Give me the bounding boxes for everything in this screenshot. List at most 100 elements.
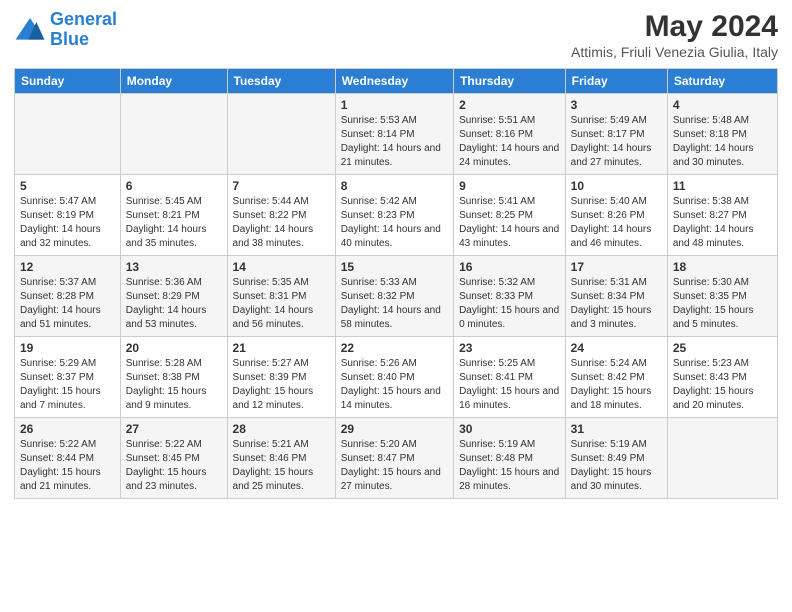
day-cell: 9 Sunrise: 5:41 AMSunset: 8:25 PMDaylight… bbox=[454, 175, 566, 256]
day-cell: 4 Sunrise: 5:48 AMSunset: 8:18 PMDaylight… bbox=[667, 94, 777, 175]
week-row-2: 5Sunrise: 5:47 AMSunset: 8:19 PMDaylight… bbox=[15, 175, 778, 256]
logo: General Blue bbox=[14, 10, 117, 50]
day-cell: 31Sunrise: 5:19 AMSunset: 8:49 PMDayligh… bbox=[565, 418, 667, 499]
calendar-table: SundayMondayTuesdayWednesdayThursdayFrid… bbox=[14, 68, 778, 499]
column-header-wednesday: Wednesday bbox=[335, 69, 453, 94]
column-header-friday: Friday bbox=[565, 69, 667, 94]
subtitle: Attimis, Friuli Venezia Giulia, Italy bbox=[571, 44, 778, 60]
day-number: 25 bbox=[673, 341, 772, 355]
day-cell: 6 Sunrise: 5:45 AMSunset: 8:21 PMDaylight… bbox=[120, 175, 227, 256]
logo-line2: Blue bbox=[50, 29, 89, 49]
day-number: 19 bbox=[20, 341, 115, 355]
day-info: Sunrise: 5:26 AMSunset: 8:40 PMDaylight:… bbox=[341, 357, 448, 413]
day-number: 30 bbox=[459, 422, 560, 436]
day-number: 6 bbox=[126, 179, 222, 193]
day-cell: 22 Sunrise: 5:26 AMSunset: 8:40 PMDayligh… bbox=[335, 337, 453, 418]
day-cell: 28Sunrise: 5:21 AMSunset: 8:46 PMDayligh… bbox=[227, 418, 335, 499]
day-info: Sunrise: 5:36 AMSunset: 8:29 PMDaylight:… bbox=[126, 276, 222, 332]
header: General Blue May 2024 Attimis, Friuli Ve… bbox=[14, 10, 778, 60]
day-cell: 24 Sunrise: 5:24 AMSunset: 8:42 PMDayligh… bbox=[565, 337, 667, 418]
day-info: Sunrise: 5:37 AMSunset: 8:28 PMDaylight:… bbox=[20, 276, 115, 332]
day-cell bbox=[227, 94, 335, 175]
day-number: 1 bbox=[341, 98, 448, 112]
day-number: 27 bbox=[126, 422, 222, 436]
day-number: 20 bbox=[126, 341, 222, 355]
day-info: Sunrise: 5:32 AMSunset: 8:33 PMDaylight:… bbox=[459, 276, 560, 332]
day-info: Sunrise: 5:33 AMSunset: 8:32 PMDaylight:… bbox=[341, 276, 448, 332]
day-number: 17 bbox=[571, 260, 662, 274]
day-cell: 27Sunrise: 5:22 AMSunset: 8:45 PMDayligh… bbox=[120, 418, 227, 499]
day-number: 15 bbox=[341, 260, 448, 274]
day-cell bbox=[15, 94, 121, 175]
day-cell: 21 Sunrise: 5:27 AMSunset: 8:39 PMDayligh… bbox=[227, 337, 335, 418]
day-cell: 13 Sunrise: 5:36 AMSunset: 8:29 PMDayligh… bbox=[120, 256, 227, 337]
title-block: May 2024 Attimis, Friuli Venezia Giulia,… bbox=[571, 10, 778, 60]
day-info: Sunrise: 5:22 AMSunset: 8:44 PMDaylight:… bbox=[20, 438, 115, 494]
day-number: 4 bbox=[673, 98, 772, 112]
day-info: Sunrise: 5:44 AMSunset: 8:22 PMDaylight:… bbox=[233, 195, 330, 251]
day-cell: 29 Sunrise: 5:20 AMSunset: 8:47 PMDayligh… bbox=[335, 418, 453, 499]
day-info: Sunrise: 5:40 AMSunset: 8:26 PMDaylight:… bbox=[571, 195, 662, 251]
day-number: 9 bbox=[459, 179, 560, 193]
logo-text: General Blue bbox=[50, 10, 117, 50]
day-cell: 30Sunrise: 5:19 AMSunset: 8:48 PMDayligh… bbox=[454, 418, 566, 499]
day-cell: 3Sunrise: 5:49 AMSunset: 8:17 PMDaylight… bbox=[565, 94, 667, 175]
day-number: 13 bbox=[126, 260, 222, 274]
day-cell: 7 Sunrise: 5:44 AMSunset: 8:22 PMDaylight… bbox=[227, 175, 335, 256]
main-title: May 2024 bbox=[571, 10, 778, 44]
day-cell: 18Sunrise: 5:30 AMSunset: 8:35 PMDayligh… bbox=[667, 256, 777, 337]
column-header-monday: Monday bbox=[120, 69, 227, 94]
day-info: Sunrise: 5:28 AMSunset: 8:38 PMDaylight:… bbox=[126, 357, 222, 413]
day-info: Sunrise: 5:45 AMSunset: 8:21 PMDaylight:… bbox=[126, 195, 222, 251]
day-info: Sunrise: 5:42 AMSunset: 8:23 PMDaylight:… bbox=[341, 195, 448, 251]
day-cell: 15 Sunrise: 5:33 AMSunset: 8:32 PMDayligh… bbox=[335, 256, 453, 337]
page: General Blue May 2024 Attimis, Friuli Ve… bbox=[0, 0, 792, 507]
logo-line1: General bbox=[50, 9, 117, 29]
day-number: 11 bbox=[673, 179, 772, 193]
column-header-sunday: Sunday bbox=[15, 69, 121, 94]
day-number: 5 bbox=[20, 179, 115, 193]
day-cell: 25 Sunrise: 5:23 AMSunset: 8:43 PMDayligh… bbox=[667, 337, 777, 418]
day-number: 29 bbox=[341, 422, 448, 436]
day-info: Sunrise: 5:20 AMSunset: 8:47 PMDaylight:… bbox=[341, 438, 448, 494]
day-number: 21 bbox=[233, 341, 330, 355]
day-cell: 1 Sunrise: 5:53 AMSunset: 8:14 PMDaylight… bbox=[335, 94, 453, 175]
column-header-thursday: Thursday bbox=[454, 69, 566, 94]
day-info: Sunrise: 5:53 AMSunset: 8:14 PMDaylight:… bbox=[341, 114, 448, 170]
day-info: Sunrise: 5:27 AMSunset: 8:39 PMDaylight:… bbox=[233, 357, 330, 413]
day-cell: 26 Sunrise: 5:22 AMSunset: 8:44 PMDayligh… bbox=[15, 418, 121, 499]
week-row-4: 19Sunrise: 5:29 AMSunset: 8:37 PMDayligh… bbox=[15, 337, 778, 418]
day-cell: 12 Sunrise: 5:37 AMSunset: 8:28 PMDayligh… bbox=[15, 256, 121, 337]
week-row-1: 1 Sunrise: 5:53 AMSunset: 8:14 PMDaylight… bbox=[15, 94, 778, 175]
day-cell: 23Sunrise: 5:25 AMSunset: 8:41 PMDayligh… bbox=[454, 337, 566, 418]
day-cell: 5Sunrise: 5:47 AMSunset: 8:19 PMDaylight… bbox=[15, 175, 121, 256]
day-number: 24 bbox=[571, 341, 662, 355]
day-cell: 19Sunrise: 5:29 AMSunset: 8:37 PMDayligh… bbox=[15, 337, 121, 418]
day-cell: 10Sunrise: 5:40 AMSunset: 8:26 PMDayligh… bbox=[565, 175, 667, 256]
day-info: Sunrise: 5:51 AMSunset: 8:16 PMDaylight:… bbox=[459, 114, 560, 170]
day-info: Sunrise: 5:31 AMSunset: 8:34 PMDaylight:… bbox=[571, 276, 662, 332]
day-number: 16 bbox=[459, 260, 560, 274]
day-number: 8 bbox=[341, 179, 448, 193]
day-number: 31 bbox=[571, 422, 662, 436]
day-number: 7 bbox=[233, 179, 330, 193]
logo-icon bbox=[14, 14, 46, 46]
week-row-3: 12 Sunrise: 5:37 AMSunset: 8:28 PMDayligh… bbox=[15, 256, 778, 337]
day-info: Sunrise: 5:25 AMSunset: 8:41 PMDaylight:… bbox=[459, 357, 560, 413]
day-info: Sunrise: 5:23 AMSunset: 8:43 PMDaylight:… bbox=[673, 357, 772, 413]
week-row-5: 26 Sunrise: 5:22 AMSunset: 8:44 PMDayligh… bbox=[15, 418, 778, 499]
day-cell: 8 Sunrise: 5:42 AMSunset: 8:23 PMDaylight… bbox=[335, 175, 453, 256]
day-number: 22 bbox=[341, 341, 448, 355]
day-info: Sunrise: 5:24 AMSunset: 8:42 PMDaylight:… bbox=[571, 357, 662, 413]
column-header-saturday: Saturday bbox=[667, 69, 777, 94]
day-number: 12 bbox=[20, 260, 115, 274]
day-cell bbox=[120, 94, 227, 175]
day-cell bbox=[667, 418, 777, 499]
day-number: 26 bbox=[20, 422, 115, 436]
day-info: Sunrise: 5:30 AMSunset: 8:35 PMDaylight:… bbox=[673, 276, 772, 332]
day-info: Sunrise: 5:35 AMSunset: 8:31 PMDaylight:… bbox=[233, 276, 330, 332]
day-info: Sunrise: 5:48 AMSunset: 8:18 PMDaylight:… bbox=[673, 114, 772, 170]
day-info: Sunrise: 5:41 AMSunset: 8:25 PMDaylight:… bbox=[459, 195, 560, 251]
day-number: 28 bbox=[233, 422, 330, 436]
column-header-tuesday: Tuesday bbox=[227, 69, 335, 94]
